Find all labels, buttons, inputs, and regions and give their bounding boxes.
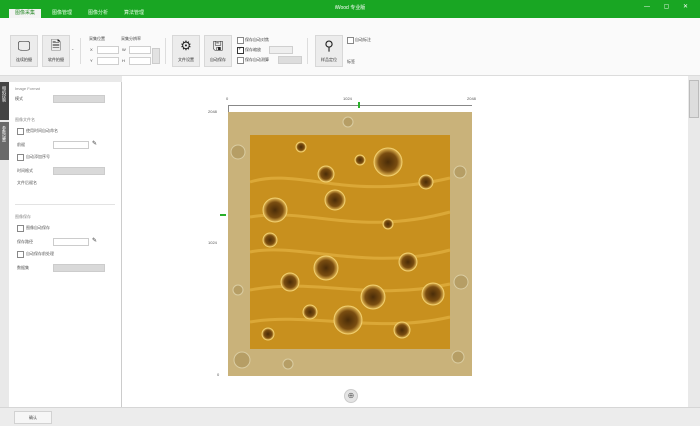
right-panel-tab[interactable] xyxy=(689,80,699,118)
sample-locate-label: 样品定位 xyxy=(321,57,337,62)
tab-manage[interactable]: 图像管理 xyxy=(47,9,77,18)
title-bar: iWood 专业版 — ▢ ✕ 图像采集 图像管理 图像分析 算法管理 xyxy=(0,0,700,18)
live-capture-label: 连续拍摄 xyxy=(16,57,32,62)
toolbar-divider xyxy=(165,38,166,64)
zoom-icon[interactable]: ⊕ xyxy=(344,389,358,403)
add-serial-label: 自动添加序号 xyxy=(26,154,50,159)
prefix-label: 前缀 xyxy=(17,142,25,147)
left-tab-camera[interactable]: 相机控制 xyxy=(0,82,9,120)
save-measure-label: 保存自动测算 xyxy=(245,57,269,62)
map-pin-icon: ⚲ xyxy=(324,38,334,53)
dataset-select[interactable] xyxy=(53,264,105,272)
label-option[interactable]: 标签 xyxy=(347,59,355,65)
x-tick-label: 0 xyxy=(226,96,229,101)
pos-y-input[interactable] xyxy=(97,57,119,65)
size-w-input[interactable] xyxy=(129,46,151,54)
tab-analyze[interactable]: 图像分析 xyxy=(83,9,113,18)
auto-save-button[interactable]: 🖫 自动保存 xyxy=(204,35,232,67)
x-cursor-marker xyxy=(358,102,360,108)
pos-x-input[interactable] xyxy=(97,46,119,54)
preprocess-label: 自动保存前处理 xyxy=(26,251,54,256)
time-format-select[interactable] xyxy=(53,167,105,175)
x-tick-label: 1024 xyxy=(343,96,352,101)
auto-annotate-checkbox[interactable] xyxy=(347,37,354,44)
confirm-button[interactable]: 确认 xyxy=(14,411,52,424)
resolution-group-label: 采集分辨率 xyxy=(121,36,141,41)
y-cursor-marker xyxy=(220,214,226,216)
auto-annotate-label: 自动标注 xyxy=(355,37,371,42)
toolbar-divider xyxy=(80,38,81,64)
save-autofocus-label: 保存自动对焦 xyxy=(245,37,269,42)
mode-select[interactable] xyxy=(53,95,105,103)
software-capture-label: 软件拍摄 xyxy=(48,57,64,62)
size-w-label: W xyxy=(122,47,126,52)
file-settings-button[interactable]: ⚙ 文件设置 xyxy=(172,35,200,67)
time-format-label: 时间格式 xyxy=(17,168,33,173)
zoom-value-input[interactable] xyxy=(269,46,293,54)
pos-y-label: Y xyxy=(90,58,93,63)
auto-name-label: 使用时间自动命名 xyxy=(26,128,58,133)
chevron-down-icon[interactable]: ⌄ xyxy=(71,46,74,51)
position-group-label: 采集位置 xyxy=(89,36,105,41)
left-tab-camera-label: 相机控制 xyxy=(2,86,7,102)
parameter-panel: Image Format 模式 图像文件名 使用时间自动命名 前缀 ✎ 自动添加… xyxy=(9,82,122,407)
y-tick-label: 1024 xyxy=(208,240,217,245)
prefix-input[interactable] xyxy=(53,141,89,149)
image-save-heading: 图像保存 xyxy=(15,214,31,219)
toolbar: 🖵 连续拍摄 🗎 软件拍摄 ⌄ 采集位置 采集分辨率 X Y W H ⚙ 文件设… xyxy=(0,18,700,76)
toolbar-divider xyxy=(307,38,308,64)
edit-pencil-icon[interactable]: ✎ xyxy=(92,237,97,244)
file-suffix-label: 文件后缀名 xyxy=(17,180,37,185)
x-tick-label: 2048 xyxy=(467,96,476,101)
save-autofocus-checkbox[interactable] xyxy=(237,37,244,44)
edit-pencil-icon[interactable]: ✎ xyxy=(92,140,97,147)
add-serial-checkbox[interactable] xyxy=(17,154,24,161)
link-size-toggle[interactable] xyxy=(152,48,160,64)
save-zoom-label: 保存缩放 xyxy=(245,47,261,52)
gears-icon: ⚙ xyxy=(180,38,192,53)
size-h-label: H xyxy=(122,58,125,63)
pos-x-label: X xyxy=(90,47,93,52)
window-controls[interactable]: — ▢ ✕ xyxy=(644,3,694,10)
y-tick-label: 2048 xyxy=(208,109,217,114)
dataset-label: 数据集 xyxy=(17,265,29,270)
tab-acquire[interactable]: 图像采集 xyxy=(9,9,41,18)
auto-save-checkbox[interactable] xyxy=(17,225,24,232)
left-tab-params[interactable]: 参数设置 xyxy=(0,122,9,160)
measure-select[interactable] xyxy=(278,56,302,64)
size-h-input[interactable] xyxy=(129,57,151,65)
section-divider xyxy=(15,204,115,205)
preprocess-checkbox[interactable] xyxy=(17,251,24,258)
auto-save-label: 自动保存 xyxy=(210,57,226,62)
floppy-disk-icon: 🖫 xyxy=(212,38,224,53)
software-capture-button[interactable]: 🗎 软件拍摄 xyxy=(42,35,70,67)
x-axis-line xyxy=(228,105,472,106)
left-tab-params-label: 参数设置 xyxy=(2,126,7,142)
checkmark-icon: ✓ xyxy=(238,46,243,52)
image-canvas[interactable]: 0 1024 2048 2048 1024 0 ⊕ xyxy=(122,76,688,407)
status-bar: 确认 xyxy=(0,407,700,426)
sample-locate-button[interactable]: ⚲ 样品定位 xyxy=(315,35,343,67)
auto-name-checkbox[interactable] xyxy=(17,128,24,135)
save-path-label: 保存路径 xyxy=(17,239,33,244)
file-settings-label: 文件设置 xyxy=(178,57,194,62)
micrograph-image[interactable] xyxy=(228,112,472,376)
live-capture-button[interactable]: 🖵 连续拍摄 xyxy=(10,35,38,67)
image-format-heading: Image Format xyxy=(15,86,40,91)
monitor-icon: 🖵 xyxy=(17,38,31,53)
file-name-heading: 图像文件名 xyxy=(15,117,35,122)
y-tick-label: 0 xyxy=(217,372,220,377)
tab-algorithm[interactable]: 算法管理 xyxy=(119,9,149,18)
mode-label: 模式 xyxy=(15,96,23,101)
save-path-input[interactable] xyxy=(53,238,89,246)
auto-save-text: 图像自动保存 xyxy=(26,225,50,230)
document-icon: 🗎 xyxy=(50,38,62,53)
save-measure-checkbox[interactable] xyxy=(237,57,244,64)
